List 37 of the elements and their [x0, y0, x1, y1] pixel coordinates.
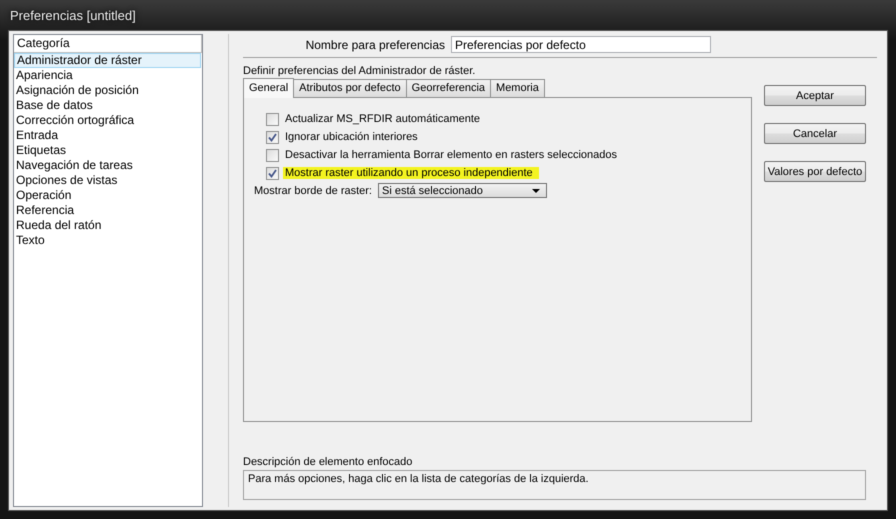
tab[interactable]: Atributos por defecto: [293, 79, 407, 97]
checkbox[interactable]: [266, 130, 279, 144]
category-item[interactable]: Entrada: [14, 128, 201, 143]
name-field[interactable]: Preferencias por defecto: [451, 36, 711, 53]
category-item[interactable]: Operación: [14, 188, 201, 203]
checkbox[interactable]: [266, 148, 279, 162]
border-dropdown[interactable]: Si está seleccionado: [378, 183, 547, 198]
checkbox-label: Mostrar raster utilizando un proceso independiente: [283, 167, 539, 179]
category-item[interactable]: Corrección ortográfica: [14, 113, 201, 128]
description-text: Para más opciones, haga clic en la lista de categorías de la izquierda.: [243, 470, 866, 500]
dialog-button[interactable]: Valores por defecto: [764, 161, 866, 182]
tab[interactable]: General: [243, 78, 294, 98]
description-label: Descripción de elemento enfocado: [243, 456, 414, 468]
checkbox-label: Actualizar MS_RFDIR automáticamente: [285, 113, 480, 125]
tab[interactable]: Georreferencia: [406, 79, 492, 97]
dropdown-arrow-icon: [532, 188, 540, 192]
window-title: Preferencias [untitled]: [10, 8, 136, 22]
tab[interactable]: Memoria: [490, 79, 545, 97]
field-label: Nombre para preferencias: [306, 38, 445, 52]
category-item[interactable]: Asignación de posición: [14, 83, 201, 98]
category-item[interactable]: Texto: [14, 233, 201, 248]
dialog-button[interactable]: Cancelar: [764, 123, 866, 144]
checkbox[interactable]: [266, 166, 279, 180]
checkbox[interactable]: [266, 112, 279, 126]
category-item[interactable]: Base de datos: [14, 98, 201, 113]
category-item[interactable]: Apariencia: [14, 68, 201, 83]
category-item[interactable]: Rueda del ratón: [14, 218, 201, 233]
category-item[interactable]: Administrador de ráster: [14, 53, 201, 68]
category-item[interactable]: Etiquetas: [14, 143, 201, 158]
category-item[interactable]: Referencia: [14, 203, 201, 218]
checkbox-label: Desactivar la herramienta Borrar elemento en rasters seleccionados: [285, 149, 617, 161]
category-item[interactable]: Navegación de tareas: [14, 158, 201, 173]
dialog-button[interactable]: Aceptar: [764, 85, 866, 106]
section-label: Definir preferencias del Administrador de ráster.: [243, 65, 476, 77]
category-item[interactable]: Opciones de vistas: [14, 173, 201, 188]
dropdown-label: Mostrar borde de raster:: [254, 184, 372, 196]
checkbox-label: Ignorar ubicación interiores: [285, 131, 418, 143]
